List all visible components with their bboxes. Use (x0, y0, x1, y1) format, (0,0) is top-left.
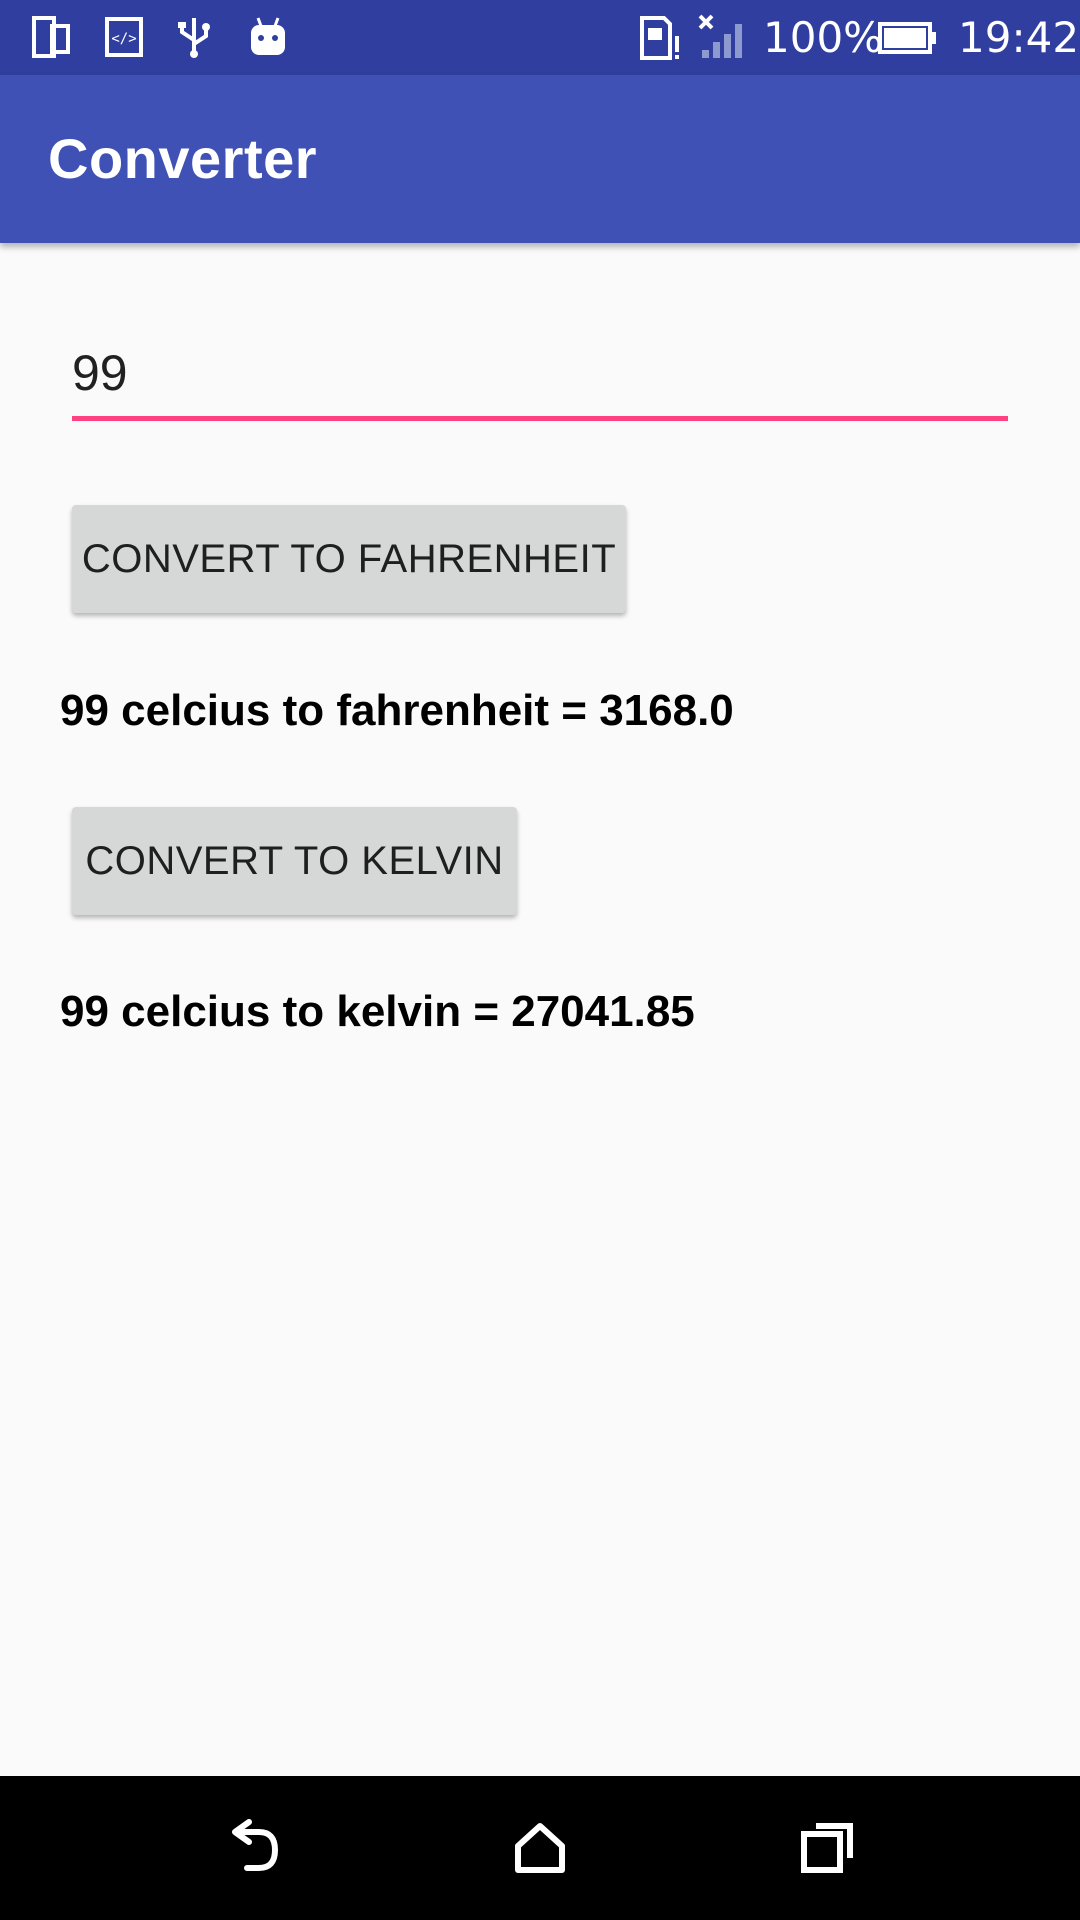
kelvin-result: 99 celcius to kelvin = 27041.85 (60, 987, 695, 1036)
sim-alert-icon (638, 14, 682, 60)
battery-icon (878, 14, 938, 60)
usb-icon (176, 14, 212, 60)
fahrenheit-result: 99 celcius to fahrenheit = 3168.0 (60, 686, 734, 735)
battery-percentage: 100% (763, 13, 884, 62)
device-icon (30, 14, 74, 60)
signal-icon (698, 14, 748, 60)
convert-to-fahrenheit-label: CONVERT TO FAHRENHEIT (81, 537, 617, 581)
convert-to-kelvin-label: CONVERT TO KELVIN (85, 839, 504, 883)
android-icon (248, 14, 288, 60)
celsius-input[interactable] (72, 338, 1002, 408)
back-icon[interactable] (213, 1808, 293, 1888)
recents-icon[interactable] (788, 1808, 868, 1888)
home-icon[interactable] (500, 1808, 580, 1888)
svg-text:</>: </> (111, 31, 136, 47)
clock: 19:42 (958, 13, 1080, 62)
celsius-input-field[interactable] (72, 332, 1008, 421)
app-bar: Converter (0, 75, 1080, 243)
convert-to-kelvin-button[interactable]: CONVERT TO KELVIN (72, 807, 517, 915)
status-bar: </> 100% 19:42 (0, 0, 1080, 75)
app-title: Converter (48, 127, 318, 190)
code-icon: </> (104, 14, 144, 60)
convert-to-fahrenheit-button[interactable]: CONVERT TO FAHRENHEIT (72, 505, 626, 613)
navigation-bar (0, 1776, 1080, 1920)
